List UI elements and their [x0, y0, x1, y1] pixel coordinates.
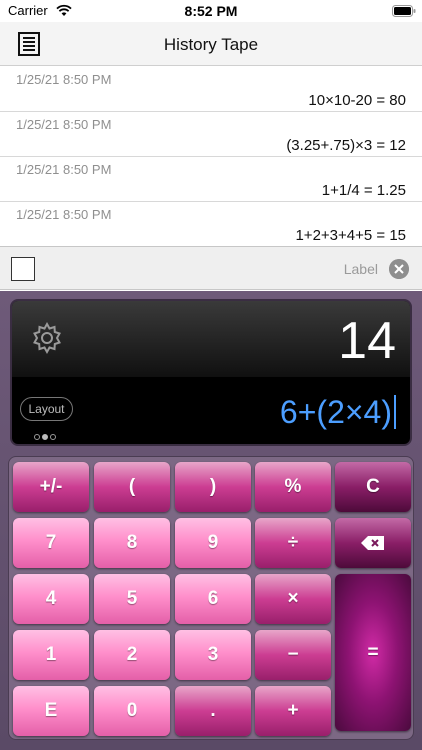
- history-entry[interactable]: 1/25/21 8:50 PM (3.25+.75)×3 = 12: [0, 112, 422, 157]
- multiply-key[interactable]: ×: [255, 574, 331, 624]
- history-entry[interactable]: 1/25/21 8:50 PM 10×10-20 = 80: [0, 67, 422, 112]
- label-bar: Label: [0, 246, 422, 290]
- two-key[interactable]: 2: [94, 630, 170, 680]
- history-entry-time: 1/25/21 8:50 PM: [16, 162, 112, 177]
- five-key[interactable]: 5: [94, 574, 170, 624]
- history-entry-time: 1/25/21 8:50 PM: [16, 117, 112, 132]
- history-entry-expression: (3.25+.75)×3 = 12: [286, 137, 406, 154]
- history-entry-time: 1/25/21 8:50 PM: [16, 207, 112, 222]
- decimal-key[interactable]: .: [175, 686, 251, 736]
- clock-time: 8:52 PM: [184, 3, 238, 19]
- divide-key[interactable]: ÷: [255, 518, 331, 568]
- page-indicator[interactable]: [34, 427, 64, 440]
- minus-key[interactable]: −: [255, 630, 331, 680]
- exponent-key[interactable]: E: [13, 686, 89, 736]
- backspace-key[interactable]: [335, 518, 411, 568]
- result-value: 14: [338, 312, 396, 370]
- label-checkbox[interactable]: [11, 257, 35, 281]
- history-entry-expression: 1+1/4 = 1.25: [321, 182, 406, 199]
- plus-key[interactable]: +: [255, 686, 331, 736]
- open-paren-key[interactable]: (: [94, 462, 170, 512]
- equals-key[interactable]: =: [335, 574, 411, 731]
- history-entry-expression: 10×10-20 = 80: [308, 92, 406, 109]
- gear-icon[interactable]: [30, 321, 64, 355]
- backspace-icon: [361, 535, 384, 550]
- page-dot-active: [42, 434, 48, 440]
- calculator: 14 Layout 6+(2×4) +/- ( ) % C 7 8 9 ÷ 4 …: [0, 291, 422, 750]
- eight-key[interactable]: 8: [94, 518, 170, 568]
- page-title: History Tape: [163, 35, 259, 54]
- page-dot: [50, 434, 56, 440]
- history-list[interactable]: 1/25/21 8:50 PM 10×10-20 = 80 1/25/21 8:…: [0, 67, 422, 247]
- calculator-display: 14 Layout 6+(2×4): [10, 299, 412, 446]
- close-paren-key[interactable]: ): [175, 462, 251, 512]
- three-key[interactable]: 3: [175, 630, 251, 680]
- history-entry[interactable]: 1/25/21 8:50 PM 1+1/4 = 1.25: [0, 157, 422, 202]
- text-caret: [394, 395, 396, 429]
- history-entry-time: 1/25/21 8:50 PM: [16, 72, 112, 87]
- four-key[interactable]: 4: [13, 574, 89, 624]
- label-input[interactable]: Label: [344, 261, 378, 277]
- zero-key[interactable]: 0: [94, 686, 170, 736]
- keypad: +/- ( ) % C 7 8 9 ÷ 4 5 6 × = 1 2 3 − E …: [8, 456, 414, 740]
- expression-input[interactable]: 6+(2×4): [280, 394, 396, 431]
- one-key[interactable]: 1: [13, 630, 89, 680]
- history-entry[interactable]: 1/25/21 8:50 PM 1+2+3+4+5 = 15: [0, 202, 422, 247]
- seven-key[interactable]: 7: [13, 518, 89, 568]
- status-bar: Carrier 8:52 PM: [0, 0, 422, 22]
- percent-key[interactable]: %: [255, 462, 331, 512]
- expression-text: 6+(2×4): [279, 394, 392, 430]
- history-entry-expression: 1+2+3+4+5 = 15: [295, 227, 406, 244]
- nav-bar: History Tape: [0, 22, 422, 66]
- plus-minus-key[interactable]: +/-: [13, 462, 89, 512]
- clear-icon[interactable]: [389, 259, 409, 279]
- six-key[interactable]: 6: [175, 574, 251, 624]
- clear-key[interactable]: C: [335, 462, 411, 512]
- page-dot: [34, 434, 40, 440]
- nine-key[interactable]: 9: [175, 518, 251, 568]
- battery-icon: [392, 5, 416, 17]
- layout-button[interactable]: Layout: [20, 397, 73, 421]
